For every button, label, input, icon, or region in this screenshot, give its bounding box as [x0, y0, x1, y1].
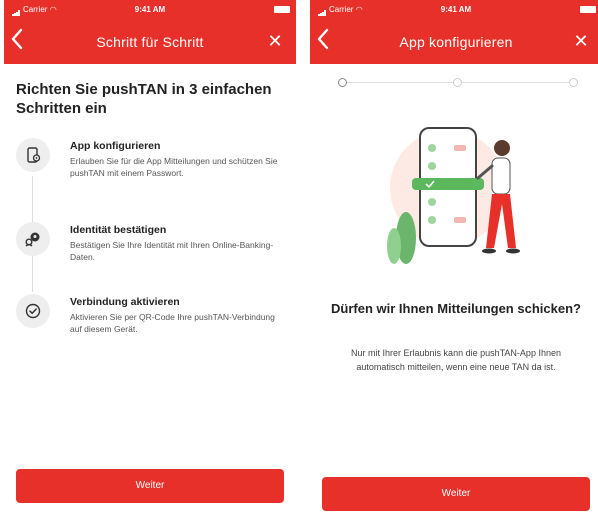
status-time: 9:41 AM — [440, 5, 472, 14]
step-title: Verbindung aktivieren — [70, 296, 180, 308]
step-connector — [32, 176, 33, 222]
question-description: Nur mit Ihrer Erlaubnis kann die pushTAN… — [351, 348, 561, 372]
phone-settings-icon — [16, 138, 50, 172]
step-description: Erlauben Sie für die App Mitteilungen un… — [70, 156, 278, 178]
progress-step-1 — [338, 78, 347, 87]
continue-button[interactable]: Weiter — [322, 477, 590, 511]
battery-icon — [580, 6, 596, 13]
screen-app-configure: Carrier ◠ 9:41 AM App konfigurieren ✕ Dü… — [310, 0, 598, 515]
chevron-left-icon — [11, 28, 23, 50]
status-bar: Carrier ◠ 9:41 AM — [4, 0, 296, 20]
screen-step-by-step: Carrier ◠ 9:41 AM Schritt für Schritt ✕ … — [4, 0, 296, 515]
step-description: Bestätigen Sie Ihre Identität mit Ihren … — [70, 240, 274, 262]
step-description: Aktivieren Sie per QR-Code Ihre pushTAN-… — [70, 312, 275, 334]
back-button[interactable] — [10, 28, 34, 54]
nav-bar: Schritt für Schritt ✕ — [4, 20, 296, 64]
status-bar: Carrier ◠ 9:41 AM — [310, 0, 598, 20]
nav-title: Schritt für Schritt — [96, 34, 204, 50]
status-time: 9:41 AM — [134, 5, 166, 14]
progress-indicator — [338, 78, 578, 88]
user-key-icon — [16, 222, 50, 256]
chevron-left-icon — [317, 28, 329, 50]
page-title: Richten Sie pushTAN in 3 einfachen Schri… — [16, 81, 272, 117]
progress-step-3 — [569, 78, 578, 87]
continue-button[interactable]: Weiter — [16, 469, 284, 503]
step-title: App konfigurieren — [70, 140, 161, 152]
nav-bar: App konfigurieren ✕ — [310, 20, 598, 64]
back-button[interactable] — [316, 28, 340, 54]
step-connector — [32, 256, 33, 292]
close-icon[interactable]: ✕ — [266, 32, 284, 50]
check-circle-icon — [16, 294, 50, 328]
close-icon[interactable]: ✕ — [572, 32, 590, 50]
progress-step-2 — [453, 78, 462, 87]
step-title: Identität bestätigen — [70, 224, 167, 236]
notification-illustration — [387, 127, 520, 264]
question-heading: Dürfen wir Ihnen Mitteilungen schicken? — [331, 301, 581, 316]
battery-icon — [274, 6, 290, 13]
nav-title: App konfigurieren — [399, 34, 513, 50]
